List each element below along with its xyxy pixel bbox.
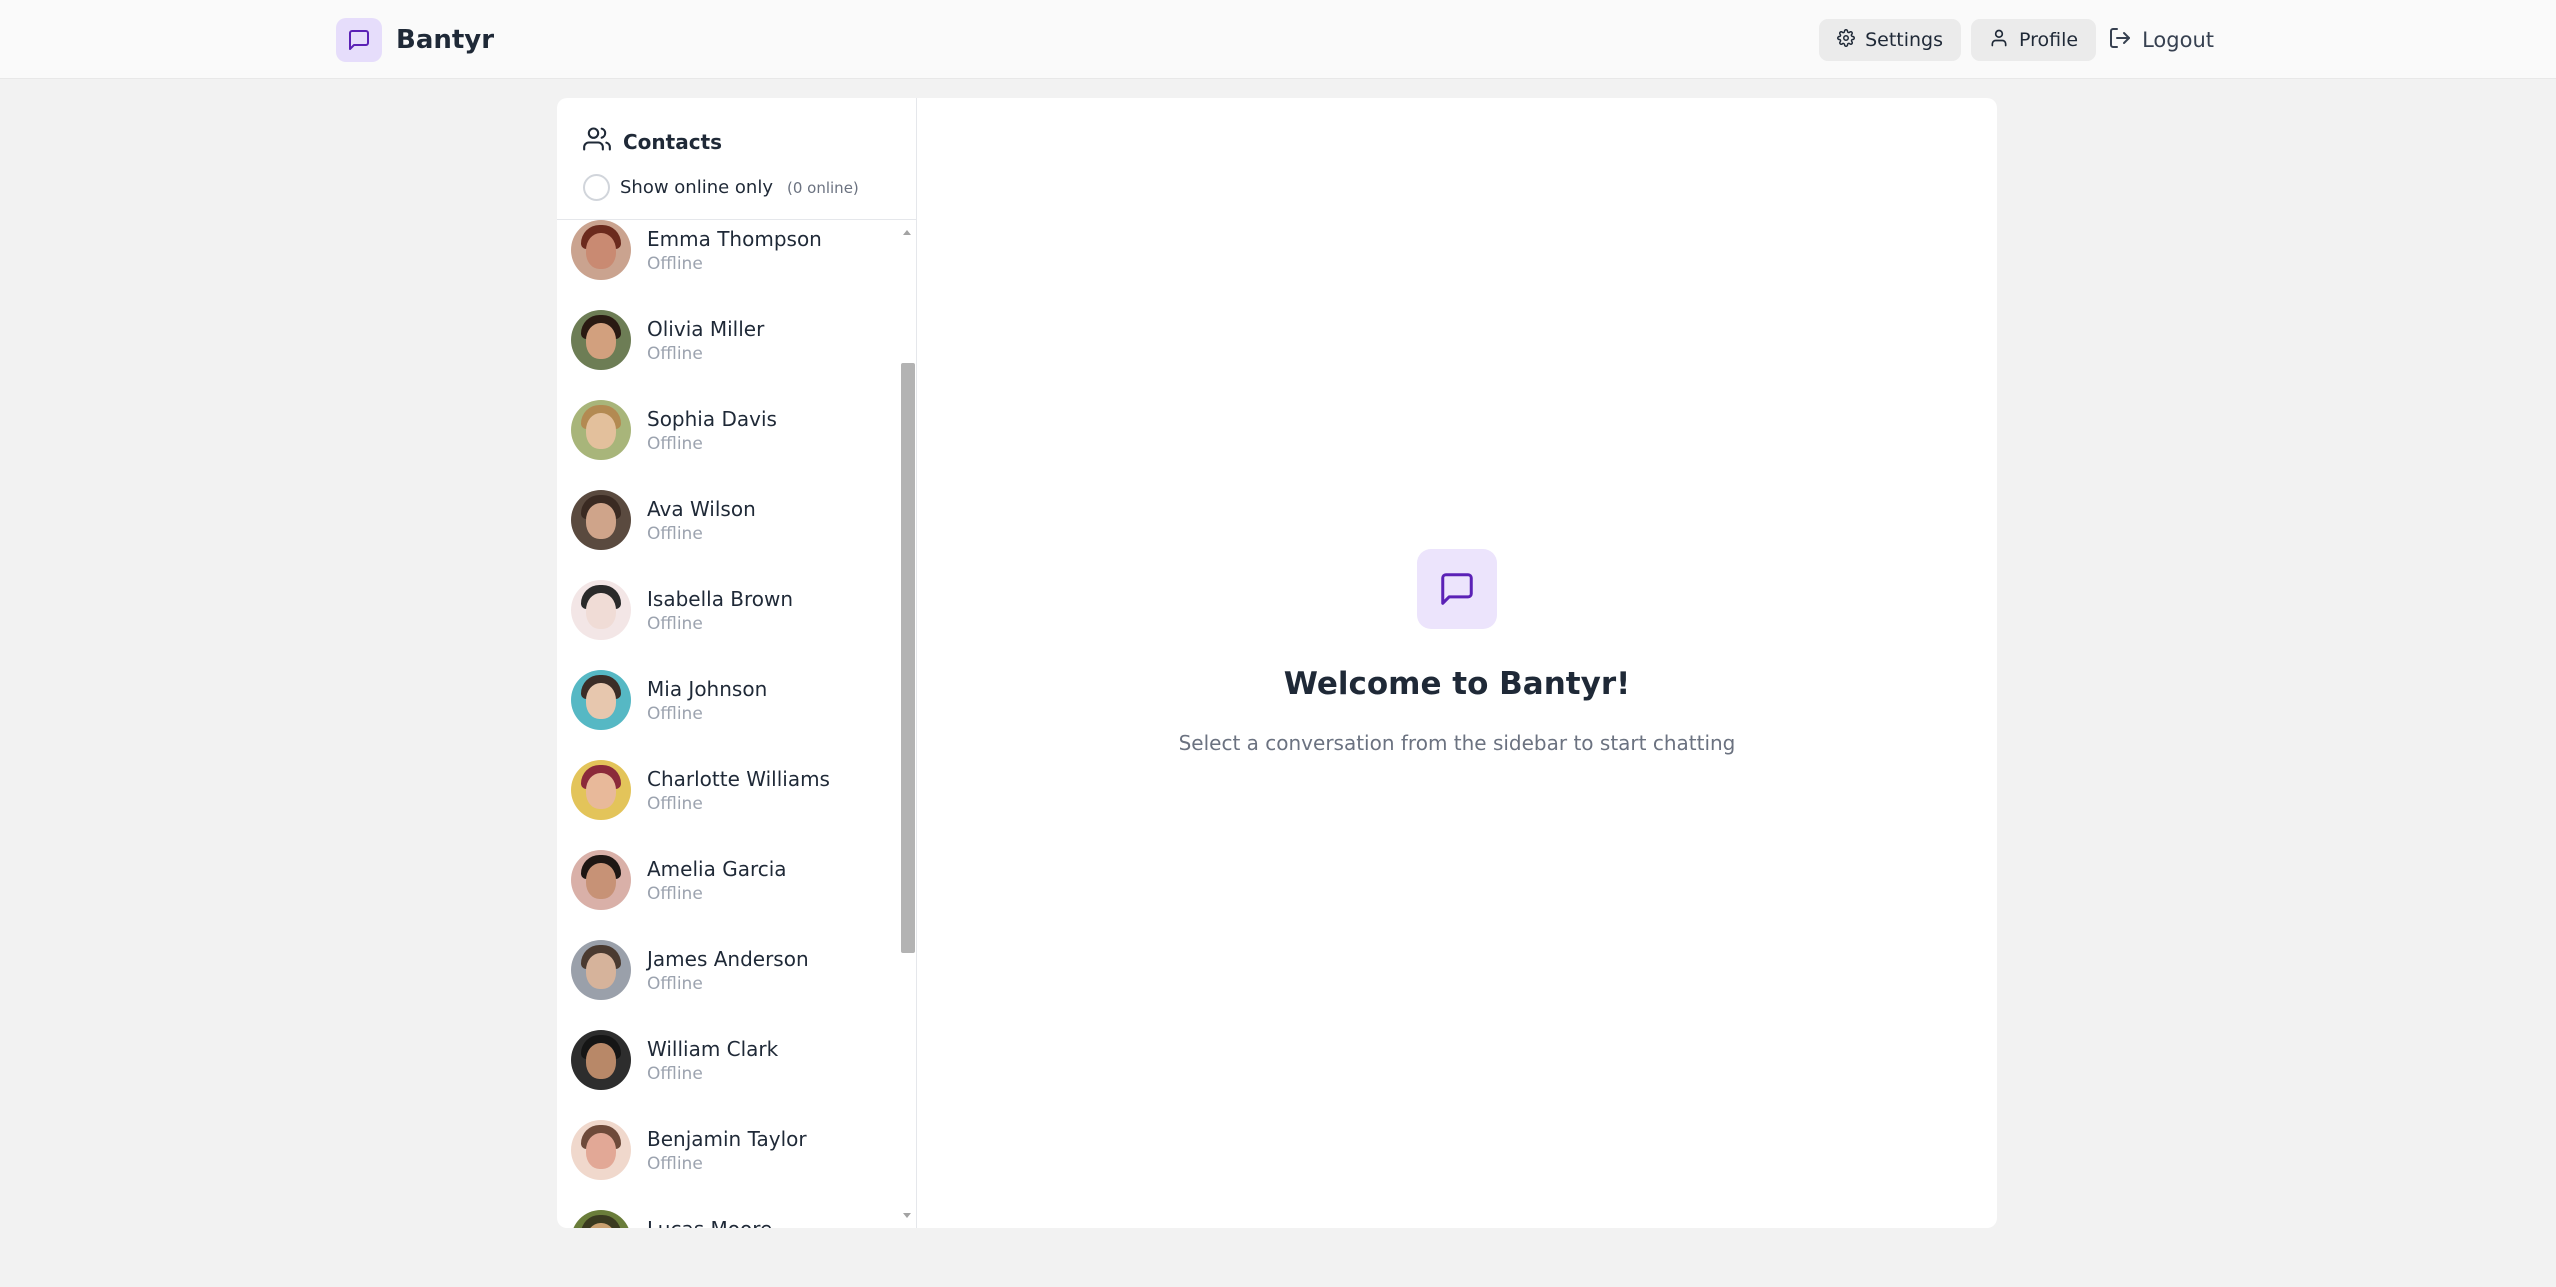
online-count: (0 online) — [787, 178, 859, 197]
profile-button[interactable]: Profile — [1971, 19, 2097, 61]
contact-name: Olivia Miller — [647, 316, 765, 341]
contact-name: James Anderson — [647, 946, 809, 971]
welcome-title: Welcome to Bantyr! — [1283, 666, 1631, 702]
contact-name: William Clark — [647, 1036, 779, 1061]
contacts-scroll-area[interactable]: Emma Thompson Offline Olivia Miller Offline… — [557, 220, 916, 1228]
contact-item[interactable]: Ava Wilson Offline — [557, 475, 898, 565]
contacts-sidebar: Contacts Show online only (0 online) Emm… — [557, 98, 917, 1228]
contact-item[interactable]: Emma Thompson Offline — [557, 220, 898, 295]
contact-name: Benjamin Taylor — [647, 1126, 807, 1151]
contacts-scrollbar[interactable] — [898, 220, 916, 1228]
contact-name: Charlotte Williams — [647, 766, 830, 791]
contact-item[interactable]: William Clark Offline — [557, 1015, 898, 1105]
contact-status: Offline — [647, 1153, 703, 1174]
contact-status: Offline — [647, 253, 703, 274]
contact-item[interactable]: Lucas MooreOffline — [557, 1195, 898, 1228]
settings-button[interactable]: Settings — [1819, 19, 1962, 61]
avatar — [571, 670, 631, 730]
contact-name: Sophia Davis — [647, 406, 777, 431]
users-icon — [583, 125, 611, 158]
contact-info: William Clark Offline — [647, 1037, 778, 1084]
chat-area: Welcome to Bantyr! Select a conversation… — [917, 98, 1997, 1228]
contact-name: Ava Wilson — [647, 496, 756, 521]
contact-item[interactable]: Mia Johnson Offline — [557, 655, 898, 745]
avatar — [571, 1210, 631, 1228]
contact-item[interactable]: Charlotte Williams Offline — [557, 745, 898, 835]
avatar — [571, 310, 631, 370]
contact-name: Lucas Moore — [647, 1217, 772, 1229]
contact-name: Amelia Garcia — [647, 856, 787, 881]
contact-list: Emma Thompson Offline Olivia Miller Offline… — [557, 220, 898, 1228]
brand-logo-link[interactable]: Bantyr — [336, 18, 494, 62]
welcome-panel: Welcome to Bantyr! Select a conversation… — [917, 549, 1997, 755]
sidebar-header: Contacts Show online only (0 online) — [557, 98, 916, 220]
contact-name: Isabella Brown — [647, 586, 794, 611]
message-square-icon — [336, 18, 382, 62]
avatar — [571, 760, 631, 820]
avatar — [571, 490, 631, 550]
contact-info: Mia Johnson Offline — [647, 677, 767, 724]
contact-info: Benjamin Taylor Offline — [647, 1127, 807, 1174]
message-square-icon — [1417, 549, 1497, 629]
contact-status: Offline — [647, 433, 703, 454]
contact-name: Mia Johnson — [647, 676, 768, 701]
contact-info: Amelia Garcia Offline — [647, 857, 787, 904]
contact-info: Emma Thompson Offline — [647, 227, 822, 274]
contacts-title: Contacts — [583, 125, 916, 158]
settings-label: Settings — [1865, 29, 1944, 51]
contact-info: Charlotte Williams Offline — [647, 767, 830, 814]
contact-status: Offline — [647, 703, 703, 724]
logout-button[interactable]: Logout — [2106, 19, 2218, 61]
contact-item[interactable]: Amelia Garcia Offline — [557, 835, 898, 925]
logout-label: Logout — [2142, 28, 2214, 52]
logout-icon — [2108, 26, 2132, 55]
chat-container: Contacts Show online only (0 online) Emm… — [557, 98, 1997, 1228]
avatar — [571, 1030, 631, 1090]
contact-item[interactable]: Sophia Davis Offline — [557, 385, 898, 475]
contact-status: Offline — [647, 343, 703, 364]
contact-status: Offline — [647, 883, 703, 904]
gear-icon — [1837, 28, 1856, 52]
show-online-only-checkbox[interactable] — [583, 174, 610, 201]
avatar — [571, 400, 631, 460]
contact-item[interactable]: Benjamin Taylor Offline — [557, 1105, 898, 1195]
contact-name: Emma Thompson — [647, 226, 822, 251]
profile-label: Profile — [2019, 29, 2079, 51]
contact-status: Offline — [647, 973, 703, 994]
contact-status: Offline — [647, 523, 703, 544]
avatar — [571, 1120, 631, 1180]
nav-actions: Settings Profile Logout — [1819, 19, 2218, 61]
contact-status: Offline — [647, 1063, 703, 1084]
avatar — [571, 580, 631, 640]
brand-name: Bantyr — [396, 25, 495, 55]
contacts-title-text: Contacts — [623, 129, 723, 154]
contact-status: Offline — [647, 793, 703, 814]
scroll-up-arrow[interactable] — [903, 230, 911, 235]
contact-info: Isabella Brown Offline — [647, 587, 793, 634]
contact-info: Lucas MooreOffline — [647, 1217, 772, 1229]
contact-info: Sophia Davis Offline — [647, 407, 777, 454]
user-icon — [1989, 28, 2009, 53]
avatar — [571, 850, 631, 910]
contact-item[interactable]: Olivia Miller Offline — [557, 295, 898, 385]
contact-info: Olivia Miller Offline — [647, 317, 764, 364]
contact-item[interactable]: Isabella Brown Offline — [557, 565, 898, 655]
contact-status: Offline — [647, 613, 703, 634]
contact-item[interactable]: James Anderson Offline — [557, 925, 898, 1015]
show-online-only-toggle[interactable]: Show online only (0 online) — [583, 174, 916, 201]
top-navbar: Bantyr Settings Profile Logout — [0, 0, 2556, 79]
scroll-thumb[interactable] — [901, 363, 915, 953]
contact-info: Ava Wilson Offline — [647, 497, 756, 544]
scroll-down-arrow[interactable] — [903, 1213, 911, 1218]
avatar — [571, 220, 631, 280]
show-online-only-label: Show online only — [620, 177, 773, 198]
contact-info: James Anderson Offline — [647, 947, 809, 994]
welcome-subtitle: Select a conversation from the sidebar t… — [1178, 731, 1736, 755]
avatar — [571, 940, 631, 1000]
